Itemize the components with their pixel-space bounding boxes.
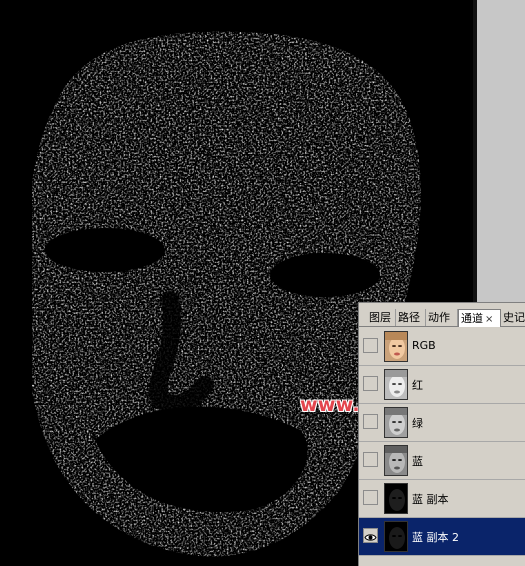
- tab-actions-label: 动作: [428, 311, 450, 324]
- channel-name: 蓝 副本: [412, 493, 449, 506]
- channel-row-rgb[interactable]: RGB: [359, 328, 525, 366]
- close-icon[interactable]: ×: [485, 314, 493, 325]
- visibility-toggle[interactable]: [363, 528, 378, 543]
- channel-thumbnail: [384, 445, 408, 476]
- channel-name: 绿: [412, 417, 423, 430]
- visibility-toggle[interactable]: [363, 452, 378, 467]
- channel-name: 红: [412, 379, 423, 392]
- workspace-background: [477, 0, 525, 302]
- channel-row-blue-copy-2[interactable]: 蓝 副本 2: [359, 518, 525, 556]
- right-eye-shadow: [270, 253, 380, 297]
- channel-thumbnail: [384, 407, 408, 438]
- tab-paths-label: 路径: [398, 311, 420, 324]
- channel-name: 蓝 副本 2: [412, 531, 459, 544]
- channel-thumbnail: [384, 483, 408, 514]
- channel-row-red[interactable]: 红: [359, 366, 525, 404]
- channel-row-blue[interactable]: 蓝: [359, 442, 525, 480]
- channel-thumbnail: [384, 521, 408, 552]
- visibility-toggle[interactable]: [363, 338, 378, 353]
- tab-channels[interactable]: 通道 ×: [458, 309, 501, 327]
- visibility-toggle[interactable]: [363, 490, 378, 505]
- channel-name: 蓝: [412, 455, 423, 468]
- channels-panel: 图层 路径 动作 通道× 史记录 RGB 红 绿: [358, 302, 525, 566]
- visibility-toggle[interactable]: [363, 414, 378, 429]
- eye-icon: [364, 534, 377, 541]
- tab-actions[interactable]: 动作: [426, 309, 458, 326]
- channel-row-blue-copy[interactable]: 蓝 副本: [359, 480, 525, 518]
- tab-layers[interactable]: 图层: [367, 309, 396, 326]
- left-eye-shadow: [45, 228, 165, 272]
- tab-channels-label: 通道: [461, 312, 483, 325]
- panel-tabs: 图层 路径 动作 通道× 史记录: [359, 309, 525, 327]
- tab-history-label: 史记录: [503, 311, 525, 324]
- channel-list: RGB 红 绿 蓝 蓝 副本 蓝 副本 2: [359, 328, 525, 556]
- channel-thumbnail: [384, 369, 408, 400]
- tab-history[interactable]: 史记录: [501, 309, 525, 326]
- channel-name: RGB: [412, 339, 436, 352]
- visibility-toggle[interactable]: [363, 376, 378, 391]
- channel-thumbnail: [384, 331, 408, 362]
- tab-layers-label: 图层: [369, 311, 391, 324]
- tab-paths[interactable]: 路径: [396, 309, 426, 326]
- channel-row-green[interactable]: 绿: [359, 404, 525, 442]
